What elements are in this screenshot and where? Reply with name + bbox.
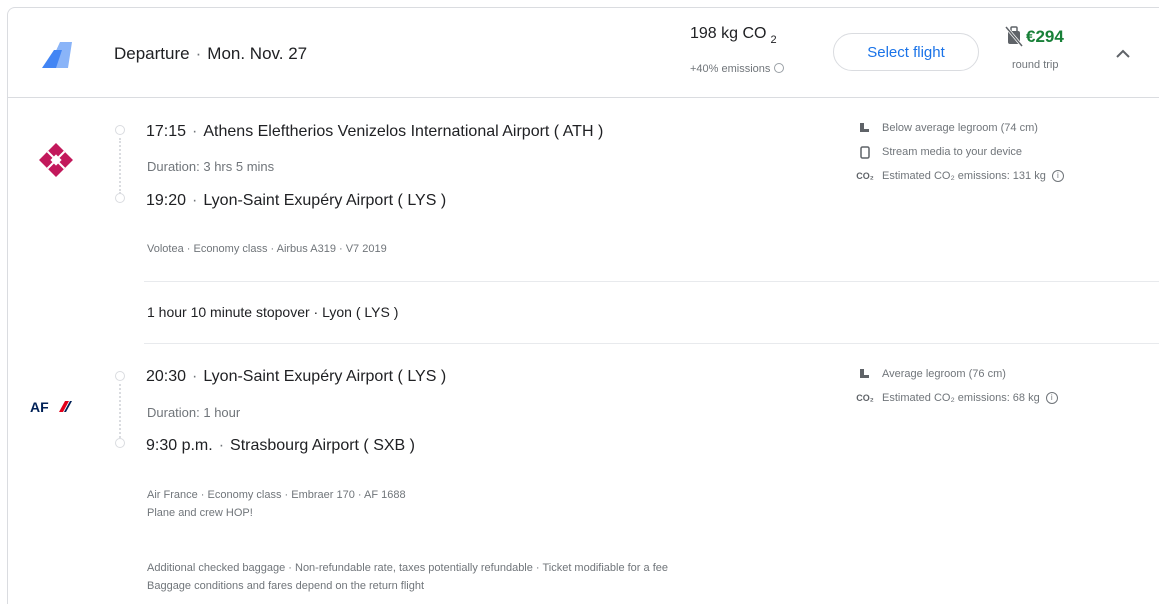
info-icon[interactable]: i [1051,170,1064,182]
amenity-co2: CO₂ Estimated CO₂ emissions: 131 kg i [856,164,1064,188]
emissions-text: +40% emissions [690,63,771,75]
flight-summary-header[interactable]: Departure · Mon. Nov. 27 198 kg CO 2 +40% e… [8,8,1159,98]
timeline-connector [119,384,121,438]
price: €294 [1026,27,1064,46]
amenity-legroom: Average legroom (76 cm) [858,362,1058,386]
row-separator: · [218,437,225,454]
baggage-note: Baggage conditions and fares depend on t… [147,580,425,592]
flight-card: Departure · Mon. Nov. 27 198 kg CO 2 +40% e… [7,7,1159,604]
co2-icon: CO₂ [856,171,874,181]
arrival-time: 9:30 p.m. [146,437,213,454]
price-note: round trip [1012,59,1059,71]
row-separator: · [192,123,198,140]
fare-terms: Additional checked baggage · Non-refunda… [147,562,668,574]
arrival-dot [115,438,125,448]
arrival-airport: Strasbourg Airport ( SXB ) [230,437,415,454]
co2-value: 198 kg CO [690,25,767,42]
divider [144,343,1159,344]
title-separator: · [195,44,202,63]
amenities-list: Below average legroom (74 cm) Stream med… [856,116,1064,188]
amenity-text: Estimated CO₂ emissions: 131 kg [882,170,1046,182]
amenity-co2: CO₂ Estimated CO₂ emissions: 68 kg i [856,386,1058,410]
chevron-up-icon [1116,49,1130,58]
arrival-row: 9:30 p.m. · Strasbourg Airport ( SXB ) [146,437,415,455]
departure-label: Departure [114,44,190,63]
operator-note: Plane and crew HOP! [147,507,253,519]
departure-airport: Lyon-Saint Exupéry Airport ( LYS ) [203,368,447,385]
departure-row: 20:30 · Lyon-Saint Exupéry Airport ( LYS ) [146,368,446,386]
duration: Duration: 1 hour [147,405,241,420]
duration: Duration: 3 hrs 5 mins [147,159,275,174]
amenity-legroom: Below average legroom (74 cm) [858,116,1064,140]
stream-media-icon [858,145,872,159]
departure-title: Departure · Mon. Nov. 27 [114,44,307,64]
info-icon[interactable] [774,63,785,73]
departure-time: 17:15 [146,123,187,140]
flight-details: Air France · Economy class · Embraer 170… [147,489,406,501]
departure-dot [115,371,125,381]
departure-date: Mon. Nov. 27 [207,44,308,63]
flight-details: Volotea · Economy class · Airbus A319 · … [147,243,387,255]
select-flight-button[interactable]: Select flight [833,33,979,71]
stopover-info: 1 hour 10 minute stopover · Lyon ( LYS ) [147,304,399,320]
arrival-row: 19:20 · Lyon-Saint Exupéry Airport ( LYS ) [146,192,446,210]
timeline-connector [119,138,121,194]
emissions-note: +40% emissions [690,63,785,75]
co2-subscript: 2 [770,34,777,46]
legroom-icon [858,121,872,135]
co2-icon: CO₂ [856,393,874,403]
amenities-list: Average legroom (76 cm) CO₂ Estimated CO… [856,362,1058,410]
amenity-text: Stream media to your device [882,146,1023,158]
air-france-logo: AF [30,399,72,415]
departure-time: 20:30 [146,368,187,385]
co2-total: 198 kg CO 2 [690,25,777,46]
volotea-logo [39,143,73,177]
info-icon[interactable]: i [1045,392,1058,404]
amenity-text: Below average legroom (74 cm) [882,122,1038,134]
legroom-icon [858,367,872,381]
arrival-time: 19:20 [146,192,187,209]
departure-row: 17:15 · Athens Eleftherios Venizelos Inter… [146,123,603,141]
divider [144,281,1159,282]
airline-tail-logo [42,42,72,68]
arrival-airport: Lyon-Saint Exupéry Airport ( LYS ) [203,192,447,209]
amenity-stream: Stream media to your device [858,140,1064,164]
amenity-text: Estimated CO₂ emissions: 68 kg [882,392,1040,404]
collapse-button[interactable] [1108,38,1138,68]
no-bag-icon [1005,26,1023,47]
arrival-dot [115,193,125,203]
svg-text:AF: AF [30,399,49,415]
row-separator: · [192,368,198,385]
departure-airport: Athens Eleftherios Venizelos Internation… [203,123,604,140]
departure-dot [115,125,125,135]
row-separator: · [192,192,198,209]
amenity-text: Average legroom (76 cm) [882,368,1006,380]
